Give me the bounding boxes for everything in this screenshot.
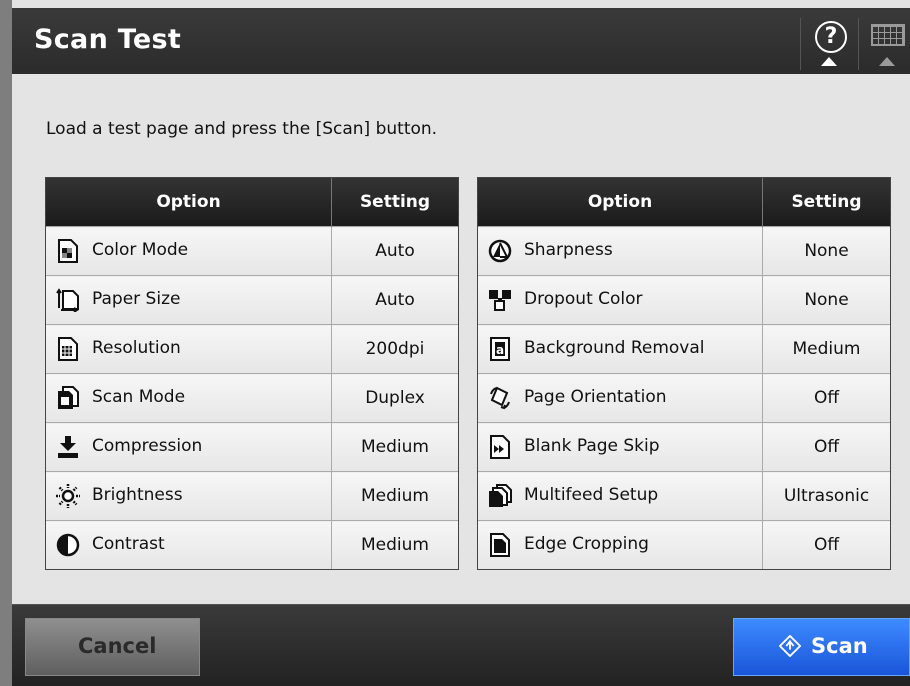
setting-value: Duplex [331, 373, 458, 423]
table-row: Paper Size Auto [46, 275, 458, 325]
option-cell: Multifeed Setup [478, 471, 763, 521]
edge-cropping-icon [490, 533, 510, 557]
option-label: Edge Cropping [524, 534, 649, 554]
settings-table-right: Option Setting Sharpness None Dropout Co… [477, 177, 891, 570]
svg-text:a: a [496, 343, 504, 357]
setting-value: Medium [331, 520, 458, 569]
scan-test-screen: Scan Test ? Load a test page and press t… [0, 0, 910, 686]
sharpness-icon [488, 239, 512, 263]
brightness-icon [56, 484, 80, 508]
column-header-option: Option [478, 178, 763, 227]
setting-value: Medium [331, 422, 458, 472]
table-row: Blank Page Skip Off [478, 422, 890, 472]
option-label: Dropout Color [524, 289, 643, 309]
color-mode-icon [58, 239, 78, 263]
instruction-text: Load a test page and press the [Scan] bu… [46, 119, 438, 139]
table-row: Color Mode Auto [46, 226, 458, 276]
setting-value: Medium [762, 324, 890, 374]
option-cell: a Background Removal [478, 324, 763, 374]
option-label: Resolution [92, 338, 181, 358]
column-header-setting: Setting [331, 178, 458, 227]
column-header-option: Option [46, 178, 332, 227]
scan-button-label: Scan [811, 634, 868, 658]
setting-value: Off [762, 373, 890, 423]
window-edge [0, 0, 12, 686]
keyboard-button[interactable] [858, 18, 910, 70]
option-cell: Edge Cropping [478, 520, 763, 569]
setting-value: Medium [331, 471, 458, 521]
table-row: Brightness Medium [46, 471, 458, 521]
option-label: Page Orientation [524, 387, 667, 407]
blank-page-skip-icon [490, 435, 510, 459]
multifeed-setup-icon [489, 484, 512, 507]
setting-value: Auto [331, 226, 458, 276]
setting-value: Auto [331, 275, 458, 325]
help-button[interactable]: ? [800, 18, 855, 70]
scan-mode-icon [58, 386, 79, 409]
table-row: a Background Removal Medium [478, 324, 890, 374]
setting-value: None [762, 226, 890, 276]
scan-diamond-icon [779, 635, 801, 657]
footer-bar: Cancel Scan [12, 604, 910, 686]
table-header-row: Option Setting [478, 178, 890, 227]
setting-value: Off [762, 422, 890, 472]
page-orientation-icon [490, 386, 510, 410]
table-row: Page Orientation Off [478, 373, 890, 423]
scan-button[interactable]: Scan [733, 618, 910, 676]
help-icon: ? [815, 21, 847, 53]
option-label: Scan Mode [92, 387, 186, 407]
settings-table-left: Option Setting Color Mode Auto Paper Siz… [45, 177, 459, 570]
option-cell: Paper Size [46, 275, 332, 325]
option-label: Contrast [92, 534, 165, 554]
table-row: Compression Medium [46, 422, 458, 472]
option-cell: Scan Mode [46, 373, 332, 423]
option-label: Color Mode [92, 240, 189, 260]
option-cell: Dropout Color [478, 275, 763, 325]
title-bar: Scan Test ? [12, 8, 910, 75]
setting-value: 200dpi [331, 324, 458, 374]
table-row: Dropout Color None [478, 275, 890, 325]
main-content: Load a test page and press the [Scan] bu… [12, 74, 910, 604]
setting-value: Ultrasonic [762, 471, 890, 521]
setting-value: None [762, 275, 890, 325]
option-cell: Page Orientation [478, 373, 763, 423]
option-label: Multifeed Setup [524, 485, 659, 505]
option-label: Brightness [92, 485, 183, 505]
table-header-row: Option Setting [46, 178, 458, 227]
keyboard-icon [871, 24, 905, 46]
table-row: Sharpness None [478, 226, 890, 276]
option-label: Paper Size [92, 289, 181, 309]
table-row: Multifeed Setup Ultrasonic [478, 471, 890, 521]
compression-icon [58, 436, 78, 458]
table-row: Edge Cropping Off [478, 520, 890, 569]
cancel-button[interactable]: Cancel [25, 618, 200, 676]
option-label: Blank Page Skip [524, 436, 660, 456]
option-cell: Color Mode [46, 226, 332, 276]
option-cell: Compression [46, 422, 332, 472]
table-row: Resolution 200dpi [46, 324, 458, 374]
contrast-icon [56, 533, 80, 557]
background-removal-icon: a [490, 337, 510, 361]
column-header-setting: Setting [762, 178, 890, 227]
option-label: Background Removal [524, 338, 705, 358]
cancel-button-label: Cancel [78, 634, 157, 658]
setting-value: Off [762, 520, 890, 569]
dropout-color-icon [489, 290, 511, 311]
keyboard-expand-arrow-icon [879, 57, 895, 66]
window-title: Scan Test [34, 24, 182, 55]
option-cell: Resolution [46, 324, 332, 374]
table-row: Contrast Medium [46, 520, 458, 569]
help-expand-arrow-icon [821, 57, 837, 66]
option-cell: Contrast [46, 520, 332, 569]
paper-size-icon [56, 288, 79, 312]
table-row: Scan Mode Duplex [46, 373, 458, 423]
option-cell: Blank Page Skip [478, 422, 763, 472]
option-label: Sharpness [524, 240, 613, 260]
resolution-icon [58, 337, 78, 361]
option-cell: Brightness [46, 471, 332, 521]
option-label: Compression [92, 436, 203, 456]
option-cell: Sharpness [478, 226, 763, 276]
